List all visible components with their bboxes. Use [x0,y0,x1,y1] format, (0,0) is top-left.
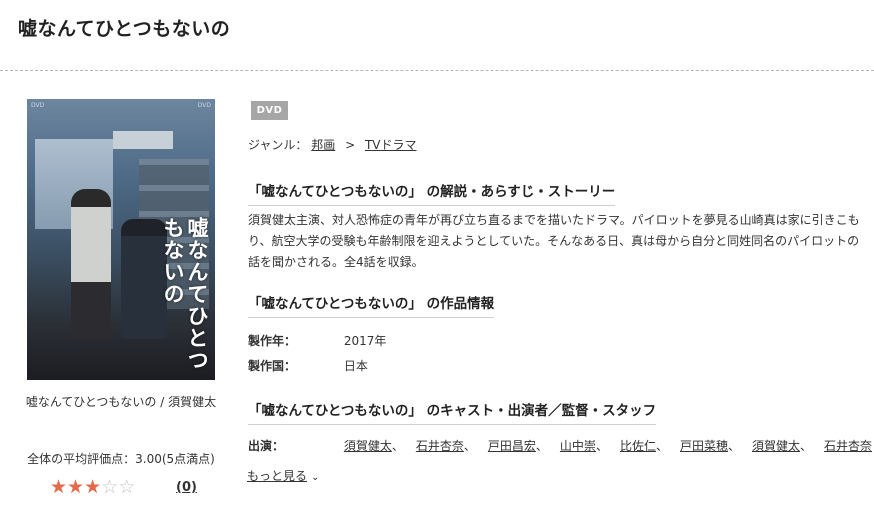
show-more-label: もっと見る [247,469,308,483]
cast-member-link[interactable]: 石井杏奈 [824,439,872,453]
cast-separator: 、 [655,439,668,453]
info-value: 日本 [343,359,368,373]
star-filled-icon: ★ [50,476,68,498]
info-value: 2017年 [343,334,387,348]
cast-separator: 、 [595,439,608,453]
genre-label: ジャンル： [248,138,308,152]
cast-heading: 「嘘なんてひとつもないの」 のキャスト・出演者／監督・スタッフ [248,399,657,425]
cast-member-link[interactable]: 戸田菜穂 [680,439,728,453]
product-caption: 嘘なんてひとつもないの / 須賀健太 [25,395,217,409]
star-filled-icon: ★ [84,476,102,498]
format-badge: DVD [251,101,288,120]
cast-separator: 、 [391,439,404,453]
poster-title: 嘘なんてひとつもないの [161,217,210,371]
cast-label: 出演： [248,439,285,453]
genre-link-hougа[interactable]: 邦画 [311,138,335,152]
show-more-link[interactable]: もっと見る ⌄ [247,467,319,484]
cast-member-link[interactable]: 山中崇 [560,439,596,453]
info-row-country: 製作国： 日本 [248,357,368,374]
title-divider [0,70,874,71]
synopsis-heading: 「嘘なんてひとつもないの」 の解説・あらすじ・ストーリー [248,180,616,206]
info-row-year: 製作年： 2017年 [248,332,386,349]
star-filled-icon: ★ [67,476,85,498]
average-rating-text: 全体の平均評価点：3.00(5点満点) [27,452,215,466]
star-empty-icon: ☆ [118,476,136,498]
poster-label-right: DVD [197,102,211,109]
cast-member-link[interactable]: 戸田昌宏 [488,439,536,453]
cast-separator: 、 [463,439,476,453]
star-empty-icon: ☆ [101,476,119,498]
genre-breadcrumb: ジャンル： 邦画 > TVドラマ [248,136,417,153]
cast-member-link[interactable]: 須賀健太 [752,439,800,453]
rating-stars: ★★★☆☆ [50,476,135,498]
cast-row: 出演： 須賀健太、 石井杏奈、 戸田昌宏、 山中崇、 比佐仁、 戸田菜穂、 須賀健太、 石井杏… [248,437,872,454]
breadcrumb-separator: > [345,138,356,152]
cast-member-link[interactable]: 比佐仁 [620,439,656,453]
review-count-link[interactable]: (0) [176,480,197,495]
info-heading: 「嘘なんてひとつもないの」 の作品情報 [248,292,495,318]
cast-member-link[interactable]: 須賀健太 [344,439,392,453]
cast-separator: 、 [800,439,813,453]
info-label: 製作年： [248,334,297,348]
cast-separator: 、 [728,439,741,453]
poster-label-left: DVD [31,102,45,109]
chevron-down-icon: ⌄ [311,472,320,483]
cast-member-link[interactable]: 石井杏奈 [416,439,464,453]
dvd-cover-image[interactable]: DVD DVD 嘘なんてひとつもないの [27,99,215,380]
genre-link-tv-drama[interactable]: TVドラマ [365,138,417,152]
cast-list: 須賀健太、 石井杏奈、 戸田昌宏、 山中崇、 比佐仁、 戸田菜穂、 須賀健太、 石井杏奈 [344,439,872,453]
info-label: 製作国： [248,359,297,373]
page-title: 嘘なんてひとつもないの [18,18,231,40]
synopsis-text: 須賀健太主演、対人恐怖症の青年が再び立ち直るまでを描いたドラマ。パイロットを夢見… [248,213,860,269]
cast-separator: 、 [535,439,548,453]
